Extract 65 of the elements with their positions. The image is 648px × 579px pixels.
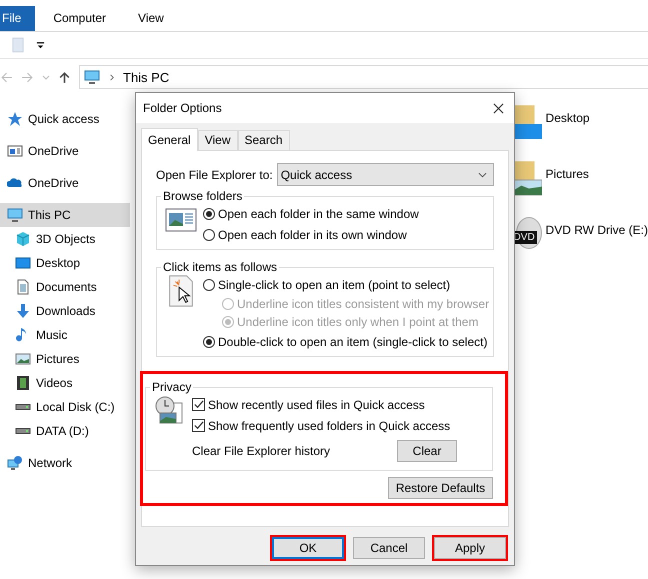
radio-button[interactable] [203,278,215,290]
network-icon [7,455,23,471]
chevron-down-icon [478,172,487,178]
ribbon-tab[interactable]: Computer [39,6,120,31]
dialog-title: Folder Options [143,101,222,115]
restore-defaults-button[interactable]: Restore Defaults [388,477,493,499]
dialog-tab[interactable]: General [141,128,198,151]
star-icon [7,111,23,127]
nav-item[interactable]: DATA (D:) [0,419,130,443]
dialog-tab[interactable]: Search [238,130,290,150]
group-title: Click items as follows [162,260,278,274]
clear-history-label: Clear File Explorer history [192,444,330,458]
radio-button[interactable] [203,208,215,220]
checkbox[interactable] [192,419,205,432]
radio-label: Open each folder in the same window [218,206,419,220]
nav-item[interactable]: Pictures [0,347,130,371]
down-arrow-icon [15,303,31,319]
film-icon [15,375,31,391]
dialog-button[interactable]: Cancel [353,537,425,559]
nav-item[interactable]: Music [0,323,130,347]
ribbon-tab[interactable]: View [124,6,178,31]
monitor-icon [7,207,23,223]
checkbox-label: Show frequently used folders in Quick access [208,418,450,432]
dialog-tab[interactable]: View [198,130,238,150]
chevron-right-icon [108,74,115,80]
ribbon-tab[interactable]: File [0,6,36,31]
radio-label: Double-click to open an item (single-click to select) [218,334,488,348]
cube-icon [15,231,31,247]
drive-icon [15,428,31,434]
radio-label: Single-click to open an item (point to select) [218,278,450,292]
checkbox[interactable] [192,398,205,411]
nav-item[interactable]: Network [0,451,130,475]
clear-button[interactable]: Clear [397,440,457,462]
document-icon [15,279,31,295]
field-label: Open File Explorer to: [156,168,273,182]
nav-item[interactable]: Videos [0,371,130,395]
close-icon[interactable] [493,102,504,114]
nav-item[interactable]: Local Disk (C:) [0,395,130,419]
dropdown-arrow-icon[interactable] [36,40,45,50]
radio-button[interactable] [203,336,215,348]
address-bar[interactable]: This PC [79,65,648,89]
up-arrow-icon[interactable] [58,70,71,84]
nav-item[interactable]: Downloads [0,299,130,323]
group-title: Browse folders [162,189,244,203]
dialog-button[interactable]: OK [272,537,344,559]
radio-label: Open each folder in its own window [218,228,407,242]
window-icon [7,143,23,159]
nav-item[interactable]: OneDrive [0,139,130,163]
picture-icon [15,351,31,367]
nav-item[interactable]: Documents [0,275,130,299]
checkbox-label: Show recently used files in Quick access [208,398,425,412]
nav-item[interactable]: This PC [0,203,130,227]
open-to-dropdown[interactable]: Quick access [276,163,494,186]
nav-item[interactable]: Quick access [0,107,130,131]
radio-label: Underline icon titles only when I point at them [237,315,478,329]
monitor-icon [84,69,100,85]
nav-item[interactable]: 3D Objects [0,227,130,251]
nav-item[interactable]: Desktop [0,251,130,275]
radio-label: Underline icon titles consistent with my browser [237,297,490,311]
desktop-icon [15,255,31,271]
drive-icon [15,404,31,410]
radio-button[interactable] [203,228,215,240]
dialog-button[interactable]: Apply [434,537,506,559]
group-title: Privacy [151,380,192,394]
nav-item[interactable]: OneDrive [0,171,130,195]
